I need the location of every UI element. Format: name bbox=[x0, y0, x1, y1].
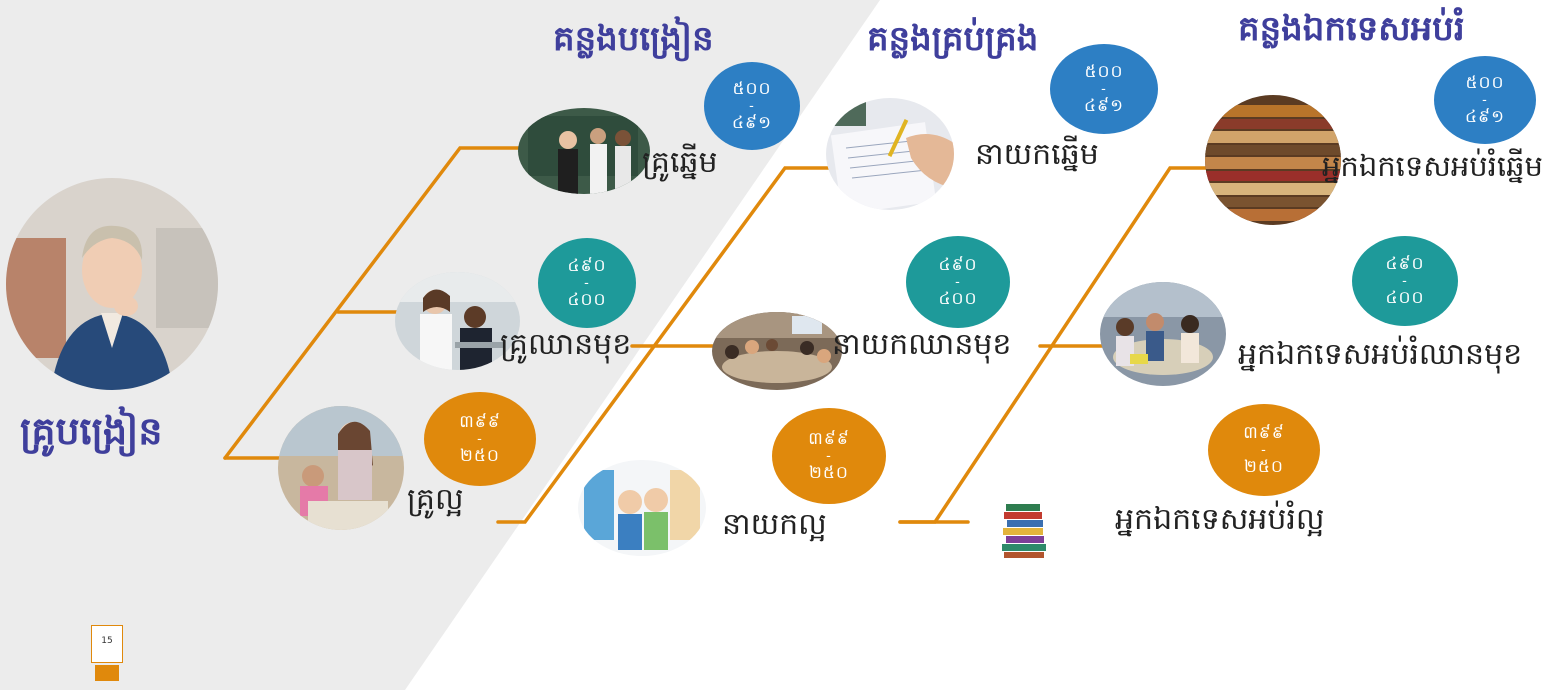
page-number-box: 15 bbox=[91, 625, 123, 663]
teacher-good-photo bbox=[278, 406, 404, 530]
specialist-good-score-badge: ៣៩៩ - ២៥០ bbox=[1208, 404, 1320, 496]
heading-teaching-track: គន្លងបង្រៀន bbox=[553, 19, 714, 59]
director-advanced-score-top: ៤៩០ bbox=[938, 255, 978, 276]
specialist-advanced-score-badge: ៤៩០ - ៤០០ bbox=[1352, 236, 1458, 326]
specialist-excellent-score-top: ៥០០ bbox=[1465, 73, 1505, 94]
director-good-photo bbox=[578, 460, 706, 556]
teacher-advanced-label: គ្រូឈានមុខ bbox=[500, 327, 632, 362]
specialist-excellent-score-badge: ៥០០ - ៤៩១ bbox=[1434, 56, 1536, 144]
director-excellent-photo bbox=[826, 98, 954, 210]
director-good-score-sep: - bbox=[826, 448, 832, 464]
director-advanced-photo bbox=[712, 312, 842, 390]
teacher-advanced-score-sep: - bbox=[584, 275, 590, 291]
specialist-excellent-photo bbox=[1205, 95, 1341, 225]
director-excellent-score-badge: ៥០០ - ៤៩១ bbox=[1050, 44, 1158, 134]
specialist-good-score-bottom: ២៥០ bbox=[1244, 456, 1284, 477]
director-excellent-score-bottom: ៤៩១ bbox=[1084, 95, 1124, 116]
director-excellent-label: នាយកឆ្នើម bbox=[975, 137, 1099, 172]
specialist-excellent-score-sep: - bbox=[1482, 92, 1488, 108]
specialist-advanced-score-sep: - bbox=[1402, 273, 1408, 289]
director-advanced-score-sep: - bbox=[955, 274, 961, 290]
teacher-excellent-label: គ្រូឆ្នើម bbox=[642, 145, 718, 180]
specialist-advanced-label: អ្នកឯកទេសអប់រំឈានមុខ bbox=[1238, 337, 1523, 372]
teacher-good-score-bottom: ២៥០ bbox=[460, 445, 500, 466]
director-excellent-score-top: ៥០០ bbox=[1084, 62, 1124, 83]
specialist-excellent-score-bottom: ៤៩១ bbox=[1465, 106, 1505, 127]
page-number: 15 bbox=[101, 636, 113, 646]
teacher-advanced-score-bottom: ៤០០ bbox=[567, 289, 607, 310]
director-good-label: នាយកល្អ bbox=[722, 507, 827, 542]
director-advanced-score-badge: ៤៩០ - ៤០០ bbox=[906, 236, 1010, 328]
director-good-score-top: ៣៩៩ bbox=[808, 429, 850, 450]
root-title: គ្រូបង្រៀន bbox=[20, 409, 163, 453]
teacher-excellent-score-bottom: ៤៩១ bbox=[732, 112, 772, 133]
teacher-advanced-score-top: ៤៩០ bbox=[567, 256, 607, 277]
specialist-advanced-photo bbox=[1100, 282, 1226, 386]
teacher-excellent-score-badge: ៥០០ - ៤៩១ bbox=[704, 62, 800, 150]
director-advanced-score-bottom: ៤០០ bbox=[938, 288, 978, 309]
specialist-good-score-top: ៣៩៩ bbox=[1243, 423, 1285, 444]
teacher-excellent-photo bbox=[518, 108, 650, 194]
specialist-good-label: អ្នកឯកទេសអប់រំល្អ bbox=[1115, 502, 1325, 537]
specialist-advanced-score-bottom: ៤០០ bbox=[1385, 287, 1425, 308]
teacher-excellent-score-top: ៥០០ bbox=[732, 79, 772, 100]
specialist-good-score-sep: - bbox=[1261, 442, 1267, 458]
heading-management-track: គន្លងគ្រប់គ្រង bbox=[867, 19, 1039, 59]
director-good-score-badge: ៣៩៩ - ២៥០ bbox=[772, 408, 886, 504]
teacher-excellent-score-sep: - bbox=[749, 98, 755, 114]
page-number-tab bbox=[95, 665, 119, 681]
teacher-portrait-photo bbox=[6, 178, 218, 390]
specialist-good-books-icon bbox=[998, 498, 1054, 558]
teacher-good-score-badge: ៣៩៩ - ២៥០ bbox=[424, 392, 536, 486]
heading-specialist-track: គន្លងឯកទេសអប់រំ bbox=[1238, 9, 1465, 49]
director-excellent-score-sep: - bbox=[1101, 81, 1107, 97]
specialist-advanced-score-top: ៤៩០ bbox=[1385, 254, 1425, 275]
teacher-good-score-top: ៣៩៩ bbox=[459, 412, 501, 433]
director-good-score-bottom: ២៥០ bbox=[809, 462, 849, 483]
teacher-good-label: គ្រូល្អ bbox=[407, 482, 464, 517]
director-advanced-label: នាយកឈានមុខ bbox=[832, 327, 1012, 362]
teacher-advanced-score-badge: ៤៩០ - ៤០០ bbox=[538, 238, 636, 328]
specialist-excellent-label: អ្នកឯកទេសអប់រំឆ្នើម bbox=[1322, 149, 1543, 183]
teacher-good-score-sep: - bbox=[477, 431, 483, 447]
